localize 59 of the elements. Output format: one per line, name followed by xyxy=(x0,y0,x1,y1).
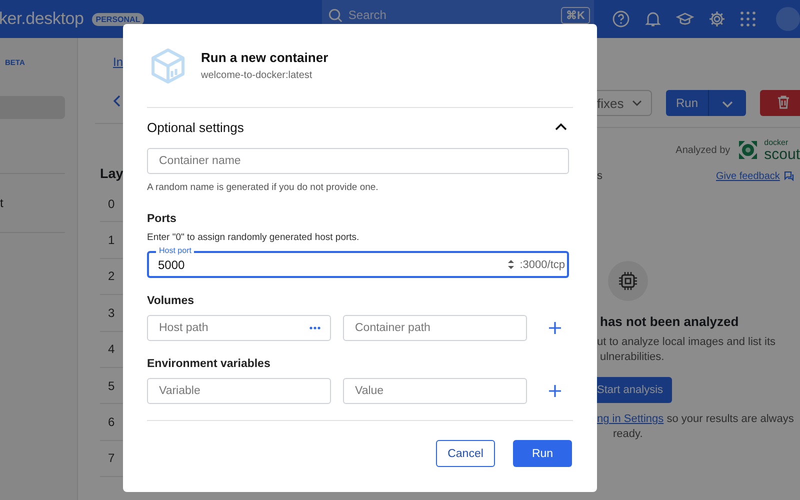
layer-number: 1 xyxy=(108,233,115,248)
empty-state-title: has not been analyzed xyxy=(600,314,739,329)
analyzed-by-label: Analyzed by xyxy=(676,144,730,156)
search-icon xyxy=(328,8,344,22)
container-name-field[interactable]: Container name xyxy=(147,148,569,174)
add-icon[interactable] xyxy=(549,322,561,334)
layers-heading: Lay xyxy=(100,165,124,183)
settings-link[interactable]: ng in Settings xyxy=(597,413,664,425)
settings-icon[interactable] xyxy=(708,10,726,28)
volumes-heading: Volumes xyxy=(147,295,196,307)
apps-grid-icon[interactable] xyxy=(740,11,756,27)
scout-logo-top: docker xyxy=(764,138,790,146)
scout-logo-text: scout xyxy=(764,146,800,162)
container-port: :3000/tcp xyxy=(520,258,565,270)
tab-label: s xyxy=(597,170,604,182)
run-options-button[interactable] xyxy=(708,90,746,116)
plan-badge: PERSONAL xyxy=(92,12,144,26)
layer-number: 3 xyxy=(108,306,115,320)
cancel-button[interactable]: Cancel xyxy=(436,440,495,467)
layer-number: 6 xyxy=(108,415,115,430)
more-icon[interactable] xyxy=(309,326,321,330)
host-path-field[interactable]: Host path xyxy=(147,315,331,341)
search-input[interactable]: Search xyxy=(343,7,562,23)
cube-icon xyxy=(150,46,186,84)
feedback-link[interactable]: Give feedback xyxy=(716,170,780,182)
bell-icon[interactable] xyxy=(644,10,662,28)
run-button[interactable]: Run xyxy=(666,90,708,116)
layer-number: 4 xyxy=(108,342,115,356)
image-name: welcome-to-docker:latest xyxy=(201,70,314,81)
settings-note: ng in Settings so your results are always ready. xyxy=(597,412,794,442)
delete-button[interactable] xyxy=(760,90,800,116)
app-logo: ker.desktop xyxy=(0,9,84,29)
run-button[interactable]: Run xyxy=(513,440,572,467)
empty-state-description: ut to analyze local images and list its ulnerabilities. xyxy=(597,335,776,365)
dialog-title: Run a new container xyxy=(201,50,328,65)
chip-icon xyxy=(608,261,648,301)
environment-heading: Environment variables xyxy=(147,358,272,370)
chat-icon xyxy=(784,171,794,181)
layer-number: 5 xyxy=(108,378,115,393)
back-chevron-icon[interactable] xyxy=(113,95,121,107)
layer-number: 0 xyxy=(108,196,115,211)
helper-text: A random name is generated if you do not provide one. xyxy=(147,182,380,193)
scout-logo-icon xyxy=(737,139,760,161)
variable-field[interactable]: Variable xyxy=(147,378,331,404)
chevron-down-icon xyxy=(632,100,642,106)
layer-number: 7 xyxy=(108,451,115,466)
trash-icon xyxy=(776,94,790,108)
sidebar-item[interactable]: t xyxy=(0,173,65,233)
ports-heading: Ports xyxy=(147,213,178,225)
start-analysis-button[interactable]: Start analysis xyxy=(597,377,672,403)
ports-hint: Enter "0" to assign randomly generated host ports. xyxy=(147,232,360,243)
value-field[interactable]: Value xyxy=(343,378,527,404)
chevron-down-icon xyxy=(722,100,733,108)
breadcrumb-link[interactable]: In xyxy=(113,55,124,69)
add-icon[interactable] xyxy=(549,385,561,397)
help-icon[interactable] xyxy=(612,10,630,28)
optional-settings-toggle[interactable]: Optional settings xyxy=(147,108,573,146)
container-path-field[interactable]: Container path xyxy=(343,315,527,341)
layer-number: 2 xyxy=(108,269,115,284)
